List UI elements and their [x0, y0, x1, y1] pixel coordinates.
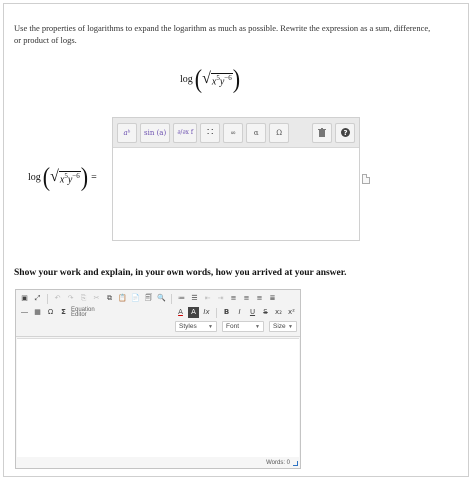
rte-status-bar: Words: 0	[16, 457, 300, 468]
work-text-area[interactable]	[17, 338, 299, 457]
indent-icon[interactable]: ⇥	[215, 293, 226, 304]
log-word: log	[180, 73, 193, 85]
rte-toolbar: ▣ ⤢ ↶ ↷ ⎘ ✂ ⧉ 📋 📄 🗐 🔍 ≔ ☰ ⇤ ⇥ ≡ ≡ ≡ ≣ ― …	[16, 290, 300, 337]
square-root-answer: √ x5y−6	[50, 167, 81, 186]
question-page: Use the properties of logarithms to expa…	[3, 3, 469, 477]
find-icon[interactable]: 🔍	[156, 293, 167, 304]
styles-dropdown[interactable]: Styles ▼	[175, 321, 217, 332]
align-center-icon[interactable]: ≡	[241, 293, 252, 304]
rte-toolbar-row-2: ― ▦ Ω Σ Equation Editor A A Ix B I U S x…	[19, 306, 297, 319]
subscript-button[interactable]: x₂	[273, 307, 284, 318]
document-icon[interactable]	[362, 174, 370, 184]
italic-button[interactable]: I	[234, 307, 245, 318]
text-color-icon[interactable]: A	[175, 307, 186, 318]
log-expression: log ( √ x5y−6 )	[180, 63, 241, 94]
rte-toolbar-row-1: ▣ ⤢ ↶ ↷ ⎘ ✂ ⧉ 📋 📄 🗐 🔍 ≔ ☰ ⇤ ⇥ ≡ ≡ ≡ ≣	[19, 292, 297, 305]
equals-sign: =	[91, 171, 97, 183]
chevron-down-icon: ▼	[208, 323, 213, 330]
clear-button[interactable]	[312, 122, 332, 143]
chevron-down-icon: ▼	[255, 323, 260, 330]
table-icon[interactable]: ▦	[32, 307, 43, 318]
radical-sign: √	[202, 69, 211, 87]
undo-icon[interactable]: ↶	[52, 293, 63, 304]
maximize-icon[interactable]: ⤢	[32, 293, 43, 304]
size-dropdown[interactable]: Size ▼	[269, 321, 297, 332]
right-paren-answer: )	[80, 161, 89, 192]
radicand-answer: x5y−6	[58, 170, 81, 186]
omega-button[interactable]: Ω	[269, 122, 290, 143]
square-root: √ x5y−6	[202, 69, 233, 88]
chevron-down-icon: ▼	[288, 323, 293, 330]
superscript-template-button[interactable]: aᵇ	[117, 122, 137, 143]
toolbar-separator	[47, 293, 48, 304]
justify-icon[interactable]: ≣	[267, 293, 278, 304]
horizontal-line-icon[interactable]: ―	[19, 307, 30, 318]
equation-editor-icon[interactable]: Σ	[58, 307, 69, 318]
paste-icon[interactable]: 📋	[117, 293, 128, 304]
work-rich-text-editor: ▣ ⤢ ↶ ↷ ⎘ ✂ ⧉ 📋 📄 🗐 🔍 ≔ ☰ ⇤ ⇥ ≡ ≡ ≡ ≣ ― …	[15, 289, 301, 469]
resize-handle[interactable]	[293, 461, 298, 466]
alpha-button[interactable]: α	[246, 122, 267, 143]
copy-format-icon[interactable]: ⎘	[78, 293, 89, 304]
special-char-icon[interactable]: Ω	[45, 307, 56, 318]
left-paren: (	[194, 63, 203, 94]
paste-text-icon[interactable]: 📄	[130, 293, 141, 304]
source-icon[interactable]: ▣	[19, 293, 30, 304]
toolbar-separator	[216, 307, 217, 318]
instructions-text: Use the properties of logarithms to expa…	[14, 23, 431, 45]
matrix-template-button[interactable]: ∷	[200, 122, 221, 143]
toolbar-separator	[171, 293, 172, 304]
answer-expression-label: log ( √ x5y−6 ) =	[28, 161, 97, 192]
outdent-icon[interactable]: ⇤	[202, 293, 213, 304]
superscript-button[interactable]: x²	[286, 307, 297, 318]
rte-toolbar-row-3: Styles ▼ Font ▼ Size ▼	[19, 320, 297, 333]
copy-icon[interactable]: ⧉	[104, 293, 115, 304]
align-left-icon[interactable]: ≡	[228, 293, 239, 304]
background-color-icon[interactable]: A	[188, 307, 199, 318]
infinity-button[interactable]: ∞	[223, 122, 244, 143]
cut-icon[interactable]: ✂	[91, 293, 102, 304]
radical-sign-answer: √	[50, 167, 59, 185]
bulleted-list-icon[interactable]: ☰	[189, 293, 200, 304]
help-icon: ?	[340, 128, 350, 137]
trash-icon	[318, 128, 326, 137]
paste-word-icon[interactable]: 🗐	[143, 293, 154, 304]
log-word-answer: log	[28, 171, 41, 183]
function-template-button[interactable]: sin (a)	[140, 122, 171, 143]
strikethrough-button[interactable]: S	[260, 307, 271, 318]
work-heading: Show your work and explain, in your own …	[14, 268, 347, 278]
word-count: Words: 0	[266, 459, 290, 466]
right-paren: )	[232, 63, 241, 94]
font-dropdown[interactable]: Font ▼	[222, 321, 264, 332]
help-button[interactable]: ?	[335, 122, 355, 143]
redo-icon[interactable]: ↷	[65, 293, 76, 304]
math-editor-toolbar: aᵇ sin (a) ∂/∂x f ∷ ∞ α Ω ?	[113, 118, 359, 148]
bold-button[interactable]: B	[221, 307, 232, 318]
svg-text:?: ?	[343, 129, 347, 137]
math-answer-editor: aᵇ sin (a) ∂/∂x f ∷ ∞ α Ω ?	[112, 117, 360, 241]
align-right-icon[interactable]: ≡	[254, 293, 265, 304]
radicand: x5y−6	[210, 72, 233, 88]
derivative-template-button[interactable]: ∂/∂x f	[173, 122, 198, 143]
remove-format-icon[interactable]: Ix	[201, 307, 212, 318]
math-answer-input[interactable]	[113, 149, 359, 240]
underline-button[interactable]: U	[247, 307, 258, 318]
equation-editor-label[interactable]: Equation Editor	[71, 307, 95, 318]
matrix-icon: ∷	[207, 127, 214, 138]
numbered-list-icon[interactable]: ≔	[176, 293, 187, 304]
left-paren-answer: (	[42, 161, 51, 192]
